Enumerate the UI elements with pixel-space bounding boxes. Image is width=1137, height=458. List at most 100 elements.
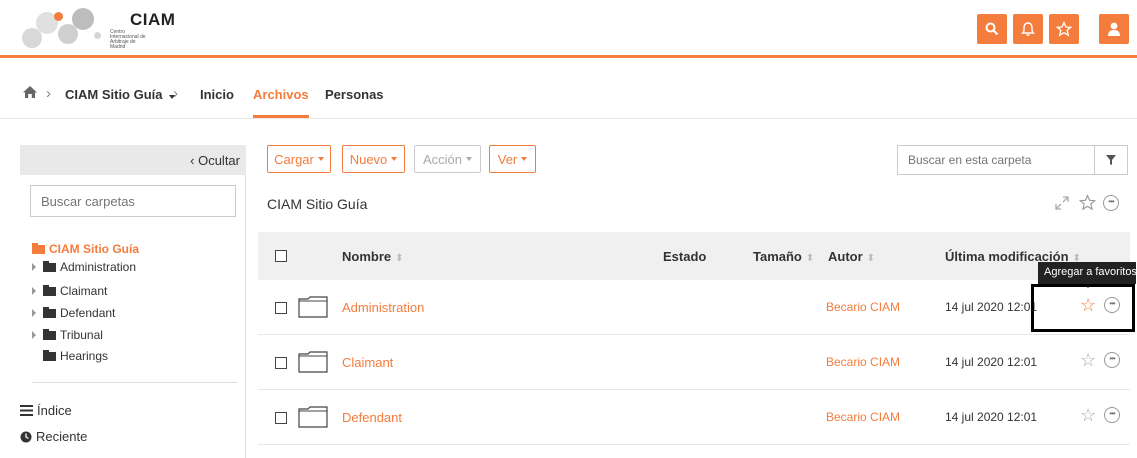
ciam-logo[interactable]: CIAM Centro Internacional de Arbitraje d… xyxy=(22,6,175,50)
action-label: Acción xyxy=(422,151,463,167)
tree-item-defendant[interactable]: Defendant xyxy=(32,306,115,320)
bell-icon xyxy=(1021,22,1035,36)
favorite-star-icon[interactable]: ☆ xyxy=(1080,351,1096,369)
col-estado: Estado xyxy=(663,249,707,264)
clock-icon xyxy=(20,431,32,442)
highlight-box xyxy=(1031,284,1135,332)
tree-root-label: CIAM Sitio Guía xyxy=(49,242,139,256)
site-name: CIAM Sitio Guía xyxy=(65,87,163,102)
upload-label: Cargar xyxy=(274,151,314,167)
tree-item-label: Claimant xyxy=(60,284,108,298)
more-options-icon[interactable]: ••• xyxy=(1104,352,1120,368)
sort-icon: ⬍ xyxy=(866,253,876,264)
view-button[interactable]: Ver xyxy=(489,145,536,173)
modified-date: 14 jul 2020 12:01 xyxy=(945,410,1038,424)
author-link[interactable]: Becario CIAM xyxy=(826,355,900,369)
list-icon xyxy=(20,405,33,416)
breadcrumb-separator: › xyxy=(173,85,178,102)
sidebar-link-indice[interactable]: Índice xyxy=(20,403,72,418)
sidebar-divider xyxy=(32,382,237,383)
folder-name-link[interactable]: Defendant xyxy=(342,410,402,425)
favorite-folder-star-icon[interactable] xyxy=(1079,194,1096,211)
select-all-checkbox[interactable] xyxy=(275,250,287,262)
row-checkbox[interactable] xyxy=(275,357,287,369)
tree-item-administration[interactable]: Administration xyxy=(32,260,136,274)
folder-icon xyxy=(43,284,56,296)
notifications-button[interactable] xyxy=(1013,14,1043,44)
modified-date: 14 jul 2020 12:01 xyxy=(945,355,1038,369)
table-row[interactable]: Claimant Becario CIAM 14 jul 2020 12:01 … xyxy=(258,335,1130,390)
favorite-star-icon[interactable]: ☆ xyxy=(1080,406,1096,424)
folder-icon xyxy=(43,349,56,361)
tree-item-label: Hearings xyxy=(60,349,109,363)
folder-icon xyxy=(32,242,45,254)
sidebar-link-label: Reciente xyxy=(36,429,88,444)
tree-item-tribunal[interactable]: Tribunal xyxy=(32,328,103,342)
chevron-left-icon: ‹ xyxy=(190,153,199,168)
col-label: Nombre xyxy=(342,249,392,264)
folder-name-link[interactable]: Administration xyxy=(342,300,424,315)
home-icon[interactable] xyxy=(22,85,38,99)
hide-label: Ocultar xyxy=(198,153,240,168)
table-row[interactable]: Defendant Becario CIAM 14 jul 2020 12:01… xyxy=(258,390,1130,445)
row-checkbox[interactable] xyxy=(275,412,287,424)
filter-button[interactable] xyxy=(1094,145,1128,175)
nav-personas[interactable]: Personas xyxy=(325,87,384,102)
hide-sidebar-button[interactable]: ‹ Ocultar xyxy=(190,153,240,168)
logo-subtitle: Centro Internacional de Arbitraje de Mad… xyxy=(110,29,146,50)
favorites-button[interactable] xyxy=(1049,14,1079,44)
folder-icon xyxy=(298,296,328,318)
new-button[interactable]: Nuevo xyxy=(342,145,405,173)
col-label: Autor xyxy=(828,249,863,264)
nav-inicio[interactable]: Inicio xyxy=(200,87,234,102)
sidebar-link-reciente[interactable]: Reciente xyxy=(20,429,87,444)
folder-icon xyxy=(43,260,56,272)
tree-item-label: Administration xyxy=(60,260,137,274)
expand-icon[interactable] xyxy=(32,263,36,271)
tree-item-hearings[interactable]: Hearings xyxy=(43,349,108,363)
more-options-icon[interactable]: ••• xyxy=(1104,407,1120,423)
breadcrumb-separator: › xyxy=(46,85,51,102)
folder-search-input[interactable] xyxy=(30,185,236,217)
folder-name-link[interactable]: Claimant xyxy=(342,355,393,370)
search-button[interactable] xyxy=(977,14,1007,44)
sidebar-header: ‹ Ocultar xyxy=(20,145,246,175)
current-folder-title: CIAM Sitio Guía xyxy=(267,196,368,212)
expand-icon[interactable] xyxy=(32,287,36,295)
nav-archivos[interactable]: Archivos xyxy=(253,87,309,118)
tree-item-label: Defendant xyxy=(60,306,116,320)
expand-icon[interactable] xyxy=(1055,196,1069,210)
col-tamano[interactable]: Tamaño ⬍ xyxy=(753,249,814,264)
sort-icon: ⬍ xyxy=(395,253,404,264)
modified-date: 14 jul 2020 12:01 xyxy=(945,300,1038,314)
table-header: Nombre ⬍ Estado Tamaño ⬍ Autor ⬍ Última mod… xyxy=(258,232,1130,280)
user-menu-button[interactable] xyxy=(1099,14,1129,44)
logo-title: CIAM xyxy=(130,10,176,29)
tree-root[interactable]: CIAM Sitio Guía xyxy=(32,242,139,256)
folder-icon xyxy=(43,306,56,318)
new-label: Nuevo xyxy=(349,151,388,167)
action-button[interactable]: Acción xyxy=(414,145,481,173)
site-dropdown[interactable]: CIAM Sitio Guía xyxy=(65,87,175,102)
expand-icon[interactable] xyxy=(32,309,36,317)
tree-item-label: Tribunal xyxy=(60,328,103,342)
author-link[interactable]: Becario CIAM xyxy=(826,410,900,424)
view-label: Ver xyxy=(497,151,518,167)
folder-icon xyxy=(298,351,328,373)
app-header: CIAM Centro Internacional de Arbitraje d… xyxy=(0,0,1137,58)
table-row[interactable]: Administration Becario CIAM 14 jul 2020 … xyxy=(258,280,1130,335)
col-label: Tamaño xyxy=(753,249,802,264)
tree-item-claimant[interactable]: Claimant xyxy=(32,284,107,298)
col-autor[interactable]: Autor ⬍ xyxy=(828,249,875,264)
favorite-tooltip: Agregar a favoritos xyxy=(1038,262,1137,288)
folder-icon xyxy=(43,328,56,340)
more-options-icon[interactable]: ••• xyxy=(1103,195,1119,211)
upload-button[interactable]: Cargar xyxy=(267,145,331,173)
sidebar: ‹ Ocultar CIAM Sitio Guía Administration… xyxy=(20,145,246,458)
folder-content-search-input[interactable] xyxy=(897,145,1095,175)
expand-icon[interactable] xyxy=(32,331,36,339)
search-icon xyxy=(985,22,999,36)
author-link[interactable]: Becario CIAM xyxy=(826,300,900,314)
col-nombre[interactable]: Nombre ⬍ xyxy=(342,249,404,264)
row-checkbox[interactable] xyxy=(275,302,287,314)
